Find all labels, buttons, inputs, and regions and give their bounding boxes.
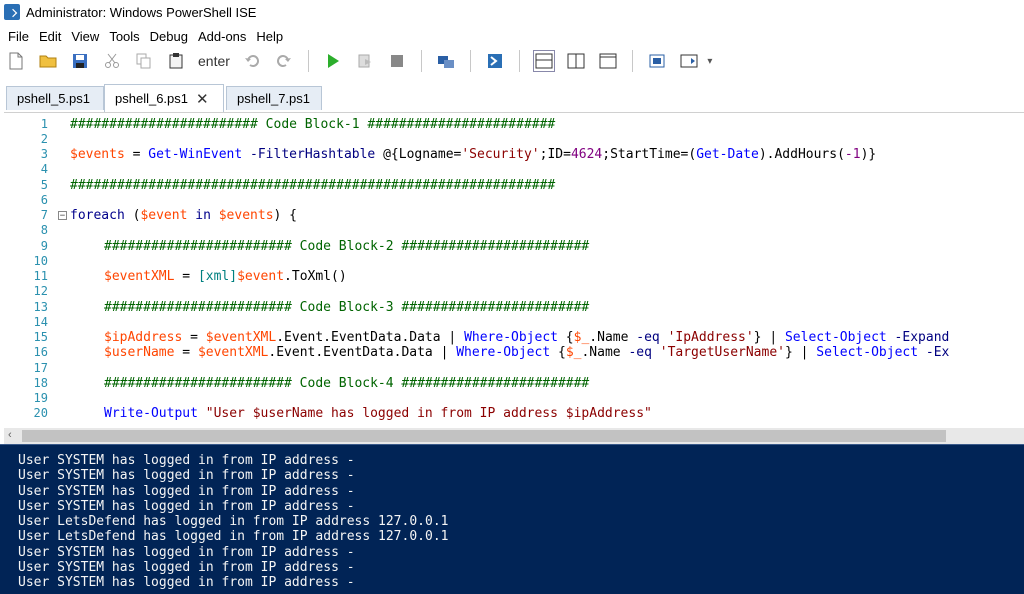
scrollbar-thumb[interactable] [22, 430, 946, 442]
menu-edit[interactable]: Edit [39, 29, 61, 44]
powershell-ise-icon [4, 4, 20, 20]
run-selection-icon[interactable] [355, 51, 375, 71]
line-number: 13 [33, 300, 48, 314]
toolbar-overflow-icon[interactable]: ▾ [705, 51, 715, 71]
menu-bar: File Edit View Tools Debug Add-ons Help [0, 26, 285, 46]
save-icon[interactable] [70, 51, 90, 71]
stop-icon[interactable] [387, 51, 407, 71]
code-line-5: ########################################… [70, 178, 556, 193]
layout-top-icon[interactable] [532, 50, 555, 72]
tab-pshell-7[interactable]: pshell_7.ps1 [226, 86, 322, 110]
code-line-13: ######################## Code Block-3 ##… [104, 300, 590, 315]
code-line-3: $events = Get-WinEvent -FilterHashtable … [70, 147, 877, 162]
editor-horizontal-scrollbar[interactable]: ‹ [4, 428, 1024, 444]
console-line: User SYSTEM has logged in from IP addres… [18, 468, 355, 483]
console-line: User SYSTEM has logged in from IP addres… [18, 560, 355, 575]
code-line-18: ######################## Code Block-4 ##… [104, 376, 590, 391]
code-line-9: ######################## Code Block-2 ##… [104, 239, 590, 254]
window-title: Administrator: Windows PowerShell ISE [26, 4, 257, 20]
console-line: User SYSTEM has logged in from IP addres… [18, 453, 355, 468]
line-number: 12 [33, 284, 48, 298]
undo-icon[interactable] [242, 51, 262, 71]
redo-icon[interactable] [274, 51, 294, 71]
line-number: 5 [40, 178, 48, 192]
new-file-icon[interactable] [6, 51, 26, 71]
code-line-16: $userName = $eventXML.Event.EventData.Da… [104, 345, 950, 360]
show-command-icon[interactable] [647, 51, 667, 71]
menu-view[interactable]: View [71, 29, 99, 44]
toolbar-separator [518, 50, 520, 72]
line-number: 17 [33, 361, 48, 375]
console-line: User SYSTEM has logged in from IP addres… [18, 545, 355, 560]
line-number: 6 [40, 193, 48, 207]
code-line-1: ######################## Code Block-1 ##… [70, 117, 556, 132]
line-number: 18 [33, 376, 48, 390]
copy-icon[interactable] [134, 51, 154, 71]
line-number: 8 [40, 223, 48, 237]
layout-max-icon[interactable] [598, 51, 618, 71]
line-number: 19 [33, 391, 48, 405]
toolbar-separator [631, 50, 633, 72]
code-line-7: foreach ($event in $events) { [70, 208, 298, 223]
menu-debug[interactable]: Debug [150, 29, 188, 44]
tab-label: pshell_7.ps1 [237, 91, 310, 106]
title-bar: Administrator: Windows PowerShell ISE [0, 0, 1024, 24]
tab-label: pshell_5.ps1 [17, 91, 90, 106]
command-addon-icon[interactable] [679, 51, 699, 71]
tab-pshell-6[interactable]: pshell_6.ps1 ✕ [104, 84, 224, 112]
line-number: 4 [40, 162, 48, 176]
toolbar-text: enter [198, 53, 230, 69]
code-line-11: $eventXML = [xml]$event.ToXml() [104, 269, 347, 284]
toolbar-separator [307, 50, 309, 72]
powershell-console-icon[interactable] [485, 51, 505, 71]
toolbar-separator [420, 50, 422, 72]
console-line: User LetsDefend has logged in from IP ad… [18, 514, 449, 529]
line-number: 15 [33, 330, 48, 344]
close-icon[interactable]: ✕ [196, 90, 209, 108]
console-line: User SYSTEM has logged in from IP addres… [18, 499, 355, 514]
line-number: 20 [33, 406, 48, 420]
menu-tools[interactable]: Tools [109, 29, 139, 44]
console-line: User LetsDefend has logged in from IP ad… [18, 529, 449, 544]
scroll-left-icon[interactable]: ‹ [8, 429, 12, 441]
menu-file[interactable]: File [8, 29, 29, 44]
open-folder-icon[interactable] [38, 51, 58, 71]
script-editor[interactable]: 1 2 3 4 5 6 7 8 9 10 11 12 13 14 15 16 1… [4, 112, 1024, 429]
menu-addons[interactable]: Add-ons [198, 29, 246, 44]
line-number: 16 [33, 345, 48, 359]
line-number: 1 [40, 117, 48, 131]
line-number: 2 [40, 132, 48, 146]
cut-icon[interactable] [102, 51, 122, 71]
menu-help[interactable]: Help [256, 29, 283, 44]
line-number-gutter: 1 2 3 4 5 6 7 8 9 10 11 12 13 14 15 16 1… [4, 113, 54, 429]
paste-icon[interactable] [166, 51, 186, 71]
script-tabs: pshell_5.ps1 pshell_6.ps1 ✕ pshell_7.ps1 [0, 84, 1024, 112]
console-line: User SYSTEM has logged in from IP addres… [18, 575, 355, 590]
line-number: 3 [40, 147, 48, 161]
console-pane[interactable]: User SYSTEM has logged in from IP addres… [0, 444, 1024, 594]
tab-pshell-5[interactable]: pshell_5.ps1 [6, 86, 104, 110]
tab-label: pshell_6.ps1 [115, 91, 188, 106]
toolbar-separator [469, 50, 471, 72]
line-number: 11 [33, 269, 48, 283]
code-line-20: Write-Output "User $userName has logged … [104, 406, 652, 421]
fold-toggle-icon[interactable]: − [58, 211, 67, 221]
console-line: User SYSTEM has logged in from IP addres… [18, 484, 355, 499]
code-line-15: $ipAddress = $eventXML.Event.EventData.D… [104, 330, 950, 345]
run-script-icon[interactable] [323, 51, 343, 71]
line-number: 9 [40, 239, 48, 253]
remote-powershell-icon[interactable] [436, 51, 456, 71]
line-number: 7 [40, 208, 48, 222]
layout-right-icon[interactable] [566, 51, 586, 71]
toolbar: enter ▾ [0, 46, 1024, 76]
line-number: 14 [33, 315, 48, 329]
line-number: 10 [33, 254, 48, 268]
